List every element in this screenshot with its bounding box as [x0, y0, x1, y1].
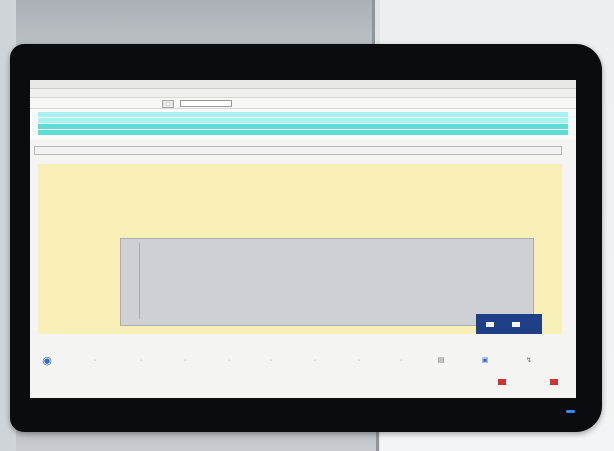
globe-icon[interactable]: ◉	[38, 356, 56, 367]
screen: ◉ · · · · · · · · ▤ ▣ ↯	[30, 80, 576, 398]
table-row[interactable]	[38, 112, 568, 117]
menu-bar[interactable]	[30, 89, 576, 98]
data-grid[interactable]	[30, 109, 576, 139]
document-icon[interactable]: ▤	[432, 356, 450, 366]
status-bar	[34, 146, 562, 155]
search-input[interactable]	[180, 100, 232, 107]
nav-button[interactable]: ·	[176, 356, 194, 366]
dialog-divider	[139, 243, 140, 319]
logo-badge	[476, 314, 542, 334]
nav-button[interactable]: ·	[220, 356, 238, 366]
nav-button[interactable]: ·	[306, 356, 324, 366]
search-bar	[30, 98, 576, 109]
nav-button[interactable]: ·	[350, 356, 368, 366]
monitor: ◉ · · · · · · · · ▤ ▣ ↯	[10, 44, 602, 432]
detail-panel	[38, 164, 562, 334]
alert-indicator	[550, 379, 558, 385]
copy-icon[interactable]: ▣	[476, 356, 494, 366]
nav-button[interactable]: ·	[86, 356, 104, 366]
bottom-toolbar: ◉ · · · · · · · · ▤ ▣ ↯	[30, 352, 576, 372]
nav-button[interactable]: ·	[392, 356, 410, 366]
logo-mark	[512, 322, 520, 327]
arrow-icon[interactable]: ↯	[520, 356, 538, 366]
logo-mark	[486, 322, 494, 327]
toolbar-button[interactable]	[162, 100, 174, 108]
dialog-box	[120, 238, 534, 326]
table-row-selected[interactable]	[38, 130, 568, 135]
power-led	[566, 410, 575, 413]
alert-indicator	[498, 379, 506, 385]
nav-button[interactable]: ·	[262, 356, 280, 366]
table-row[interactable]	[38, 118, 568, 123]
nav-button[interactable]: ·	[132, 356, 150, 366]
title-bar	[30, 80, 576, 89]
table-row-selected[interactable]	[38, 124, 568, 129]
